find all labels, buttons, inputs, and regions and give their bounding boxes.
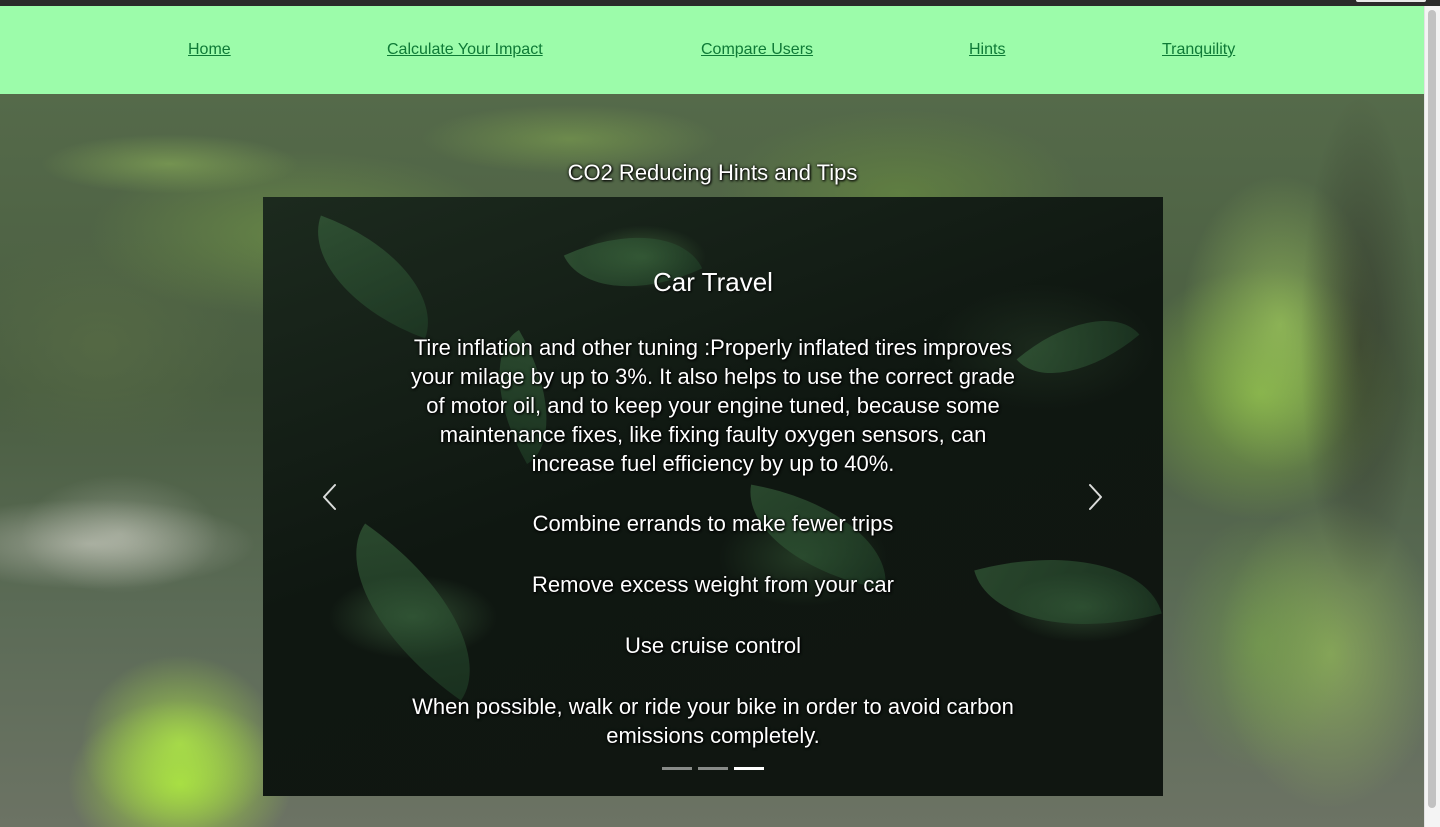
carousel-indicator-1[interactable] xyxy=(662,767,692,770)
nav-link-home[interactable]: Home xyxy=(188,41,231,59)
slide-title: Car Travel xyxy=(653,267,773,297)
nav-link-tranquility[interactable]: Tranquility xyxy=(1162,41,1235,59)
nav-link-compare-users[interactable]: Compare Users xyxy=(701,41,813,59)
hint-text: Use cruise control xyxy=(624,633,802,658)
scrollbar-thumb[interactable] xyxy=(1428,10,1436,808)
chevron-right-icon xyxy=(1089,484,1102,510)
nav-link-hints[interactable]: Hints xyxy=(969,41,1005,59)
carousel-indicator-2[interactable] xyxy=(698,767,728,770)
page-scrollbar[interactable] xyxy=(1424,6,1440,827)
carousel-indicator-3[interactable] xyxy=(734,767,764,770)
navbar: Home Calculate Your Impact Compare Users… xyxy=(0,6,1425,94)
page-title: CO2 Reducing Hints and Tips xyxy=(567,160,858,185)
hint-text: Combine errands to make fewer trips xyxy=(532,511,894,536)
carousel-next-button[interactable] xyxy=(1080,482,1110,512)
carousel-prev-button[interactable] xyxy=(315,482,345,512)
hint-text: When possible, walk or ride your bike in… xyxy=(412,694,1014,748)
hint-text: Remove excess weight from your car xyxy=(532,572,894,597)
hints-carousel: Car Travel Tire inflation and other tuni… xyxy=(263,197,1163,796)
browser-tab-indicator xyxy=(1356,0,1426,2)
chevron-left-icon xyxy=(323,484,336,510)
hint-text: Tire inflation and other tuning :Properl… xyxy=(410,335,1016,476)
carousel-indicators xyxy=(662,767,772,770)
nav-link-calculate-impact[interactable]: Calculate Your Impact xyxy=(387,41,543,59)
